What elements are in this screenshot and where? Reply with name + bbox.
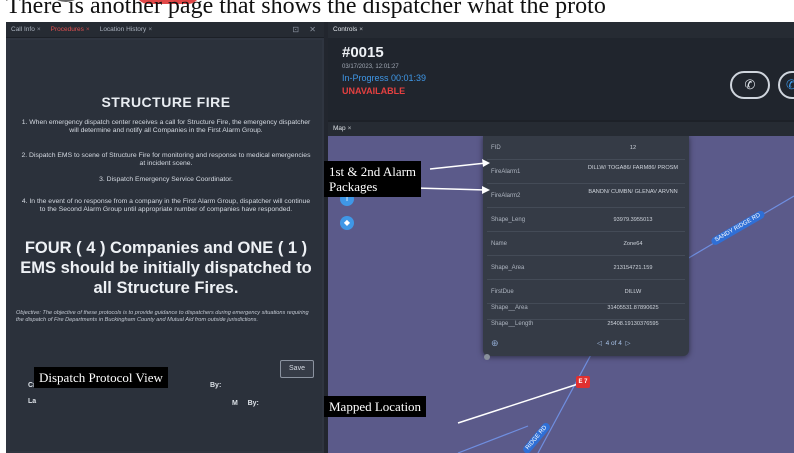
- protocol-step-1: 1. When emergency dispatch center receiv…: [21, 119, 311, 135]
- protocol-title: STRUCTURE FIRE: [101, 94, 231, 110]
- protocol-objective: Objective: The objective of these protoc…: [16, 310, 309, 323]
- map-tab-bar: Map ×: [328, 122, 794, 136]
- slide-caption: There is another page that shows the dis…: [0, 0, 794, 20]
- caption-text: There is another page that shows the dis…: [6, 0, 606, 19]
- tab-map[interactable]: Map ×: [328, 121, 356, 137]
- popup-row: Shape_Area 213154721.159: [483, 256, 689, 280]
- incident-marker[interactable]: E 7: [576, 376, 590, 388]
- tab-call-info[interactable]: Call Info ×: [6, 22, 46, 38]
- created-by-label: By:: [210, 382, 222, 389]
- callout-line-2: Packages: [329, 179, 378, 194]
- close-icon[interactable]: ×: [86, 26, 90, 33]
- updated-label: La: [28, 398, 37, 405]
- window-controls[interactable]: ⊡ ✕: [292, 25, 324, 34]
- pager-text: 4 of 4: [605, 340, 622, 347]
- tab-procedures[interactable]: Procedures ×: [46, 22, 95, 38]
- phone-icon: ✆: [744, 77, 756, 92]
- protocol-step-4: 4. In the event of no response from a co…: [21, 198, 311, 214]
- secondary-call-button[interactable]: ✆: [778, 71, 794, 99]
- callout-line-1: 1st & 2nd Alarm: [329, 164, 417, 179]
- procedures-panel: Call Info × Procedures × Location History ×…: [6, 22, 324, 453]
- protocol-step-3: 3. Dispatch Emergency Service Coordinato…: [99, 176, 233, 183]
- save-button[interactable]: Save: [280, 360, 314, 378]
- controls-panel: Controls × #0015 03/17/2023, 12:01:27 In-…: [328, 22, 794, 453]
- popup-row: Shape_Leng 93979.3955013: [483, 208, 689, 232]
- callout-arrow-line: [457, 383, 579, 424]
- close-icon[interactable]: ×: [348, 125, 352, 132]
- updated-time-suffix: M: [232, 400, 238, 407]
- alarm-packages-callout: 1st & 2nd Alarm Packages: [324, 161, 422, 197]
- next-icon[interactable]: ▷: [626, 340, 631, 347]
- feature-popup: FID 12 FireAlarm1 DILLW/ TOGA86/ FARM86/ P…: [483, 136, 689, 356]
- popup-row: Shape__Length 25408.19130376595: [491, 321, 659, 327]
- close-icon[interactable]: ×: [37, 26, 41, 33]
- protocol-view-callout: Dispatch Protocol View: [34, 367, 168, 388]
- right-tab-bar: Controls ×: [328, 22, 794, 38]
- popup-row: Name Zone64: [483, 232, 689, 256]
- popup-anchor-dot: [484, 354, 490, 360]
- incident-header: #0015 03/17/2023, 12:01:27 In-Progress 0…: [328, 38, 794, 120]
- incident-id: #0015: [342, 44, 384, 61]
- tab-controls[interactable]: Controls ×: [328, 22, 368, 38]
- previous-icon[interactable]: ◁: [597, 340, 602, 347]
- tab-location-history[interactable]: Location History ×: [95, 22, 157, 38]
- layers-icon[interactable]: ◆: [340, 216, 354, 230]
- updated-by-text: By:: [247, 400, 259, 407]
- popup-pager: ◁ 4 of 4 ▷: [597, 339, 631, 347]
- popup-row: FireAlarm2 BANDN/ CUMBN/ GLENAV ARVNN: [483, 184, 689, 208]
- road-line: [457, 425, 529, 453]
- dispatch-screen: Call Info × Procedures × Location History ×…: [6, 22, 794, 453]
- protocol-step-2: 2. Dispatch EMS to scene of Structure Fi…: [21, 152, 311, 168]
- left-tab-bar: Call Info × Procedures × Location History ×…: [6, 22, 324, 38]
- protocol-view: STRUCTURE FIRE 1. When emergency dispatc…: [10, 40, 322, 451]
- protocol-headline: FOUR ( 4 ) Companies and ONE ( 1 ) EMS s…: [20, 239, 312, 297]
- incident-status: UNAVAILABLE: [342, 86, 406, 96]
- close-icon[interactable]: ×: [148, 26, 152, 33]
- incident-progress: In-Progress 00:01:39: [342, 73, 427, 83]
- close-icon[interactable]: ×: [359, 26, 363, 33]
- updated-by-label: M By:: [232, 400, 259, 407]
- popup-row: FireAlarm1 DILLW/ TOGA86/ FARM86/ PROSM: [483, 160, 689, 184]
- mapped-location-callout: Mapped Location: [324, 396, 427, 417]
- call-button[interactable]: ✆: [730, 71, 770, 99]
- zoom-to-icon[interactable]: ⊕: [491, 338, 499, 349]
- phone-icon: ✆: [786, 77, 794, 92]
- incident-date: 03/17/2023, 12:01:27: [342, 64, 399, 70]
- popup-footer: ⊕ ◁ 4 of 4 ▷: [483, 334, 689, 354]
- popup-row: FID 12: [483, 136, 689, 160]
